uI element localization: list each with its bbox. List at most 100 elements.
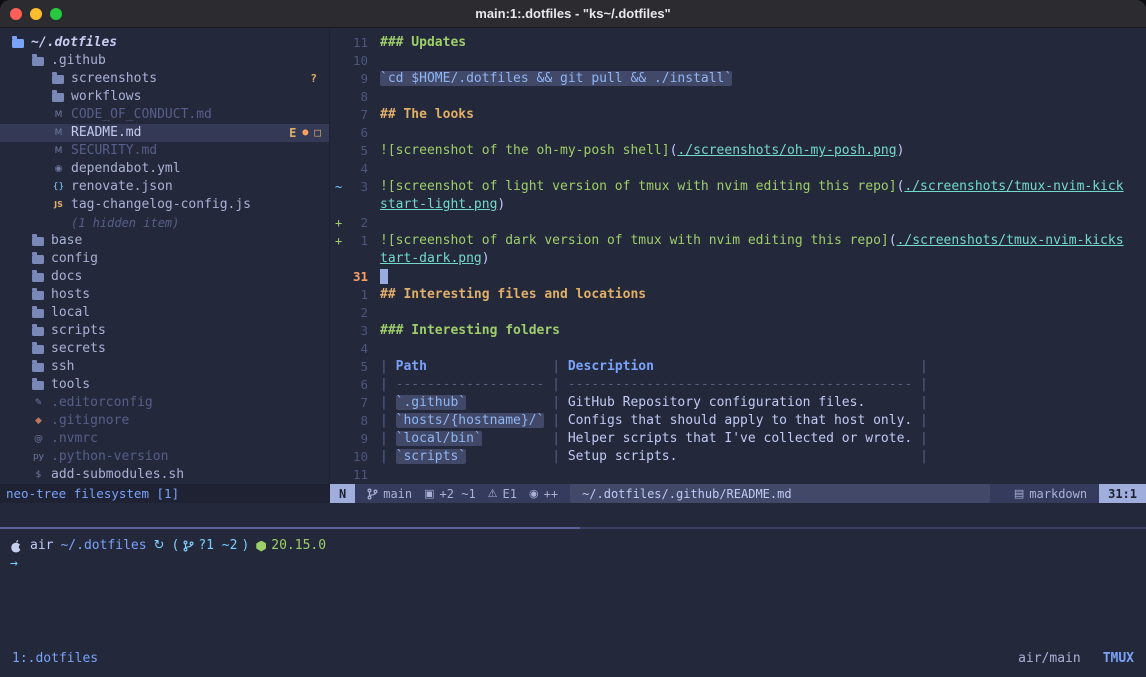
git-untracked-badge: ? (310, 70, 317, 88)
python-icon: py (32, 448, 45, 466)
tree-item-label: local (51, 304, 90, 322)
git-status-close-paren: ) (241, 537, 249, 555)
tree-folder-ssh[interactable]: ssh (0, 358, 329, 376)
tree-file-editorconfig[interactable]: ✎.editorconfig (0, 394, 329, 412)
editor-line[interactable]: start-light.png) (330, 196, 1146, 214)
tree-folder-local[interactable]: local (0, 304, 329, 322)
tree-folder-tools[interactable]: tools (0, 376, 329, 394)
neo-tree-pane[interactable]: ~/.dotfiles.githubscreenshots?workflowsM… (0, 28, 330, 484)
tree-folder-docs[interactable]: docs (0, 268, 329, 286)
tree-file-readme[interactable]: MREADME.mdE●□ (0, 124, 329, 142)
editor-line[interactable]: 2 (330, 304, 1146, 322)
editor-line[interactable]: 11 (330, 466, 1146, 484)
line-number: 9 (344, 70, 368, 88)
editor-line[interactable]: 1## Interesting files and locations (330, 286, 1146, 304)
git-sign: + (330, 232, 344, 250)
markdown-icon: M (52, 124, 65, 142)
editor-line[interactable]: 7## The looks (330, 106, 1146, 124)
tree-item-label: hosts (51, 286, 90, 304)
line-number: 7 (344, 394, 368, 412)
editor-line[interactable]: 5| Path | Description | (330, 358, 1146, 376)
node-version: 20.15.0 (271, 537, 326, 555)
tree-file-add-submodules[interactable]: $add-submodules.sh (0, 466, 329, 484)
tree-item-label: renovate.json (71, 178, 173, 196)
editor-line-text: | `scripts` | Setup scripts. | (380, 448, 928, 466)
zoom-button[interactable] (50, 8, 62, 20)
folder-icon (32, 363, 44, 372)
editor-line[interactable]: ~3![screenshot of light version of tmux … (330, 178, 1146, 196)
editor-line[interactable]: 3### Interesting folders (330, 322, 1146, 340)
editor-line[interactable]: 10| `scripts` | Setup scripts. | (330, 448, 1146, 466)
editor-line[interactable]: 9| `local/bin` | Helper scripts that I'v… (330, 430, 1146, 448)
git-sign: ~ (330, 178, 344, 196)
tree-folder-base[interactable]: base (0, 232, 329, 250)
tree-file-python-version[interactable]: py.python-version (0, 448, 329, 466)
editor-line[interactable]: 10 (330, 52, 1146, 70)
editor-line[interactable]: 7| `.github` | GitHub Repository configu… (330, 394, 1146, 412)
git-icon: ◆ (32, 412, 45, 430)
editor-line-text: ![screenshot of light version of tmux wi… (380, 178, 1124, 196)
tree-folder-hosts[interactable]: hosts (0, 286, 329, 304)
cursor-position: 31:1 (1099, 484, 1146, 503)
tmux-session-label: air/main (1018, 650, 1081, 668)
tree-folder-scripts[interactable]: scripts (0, 322, 329, 340)
editor-line[interactable]: +2 (330, 214, 1146, 232)
tree-file-dependabot[interactable]: ◉dependabot.yml (0, 160, 329, 178)
editor-line-text: ![screenshot of dark version of tmux wit… (380, 232, 1124, 250)
filetype-icon: ▤ (1014, 485, 1024, 503)
tree-folder-workflows[interactable]: workflows (0, 88, 329, 106)
tmux-statusbar: 1:.dotfiles air/main TMUX (0, 649, 1146, 669)
shell-pane[interactable]: air ~/.dotfiles ↻ ( ?1 ~2 ) 20.15.0 → (0, 529, 1146, 573)
tmux-mode-badge: TMUX (1103, 650, 1134, 668)
tmux-window-label[interactable]: 1:.dotfiles (12, 650, 98, 668)
folder-icon (32, 273, 44, 282)
folder-icon (52, 93, 64, 102)
shell-script-icon: $ (32, 466, 45, 484)
editor-pane[interactable]: 11### Updates109`cd $HOME/.dotfiles && g… (330, 28, 1146, 484)
tree-file-renovate[interactable]: {}renovate.json (0, 178, 329, 196)
close-button[interactable] (10, 8, 22, 20)
editor-line[interactable]: 9`cd $HOME/.dotfiles && git pull && ./in… (330, 70, 1146, 88)
shell-host: air (30, 537, 53, 555)
editor-line[interactable]: 6| ------------------- | ---------------… (330, 376, 1146, 394)
git-sign (330, 304, 344, 322)
window-title: main:1:.dotfiles - "ks~/.dotfiles" (0, 6, 1146, 21)
editor-line[interactable]: 11### Updates (330, 34, 1146, 52)
tmux-workspace: ~/.dotfiles.githubscreenshots?workflowsM… (0, 28, 1146, 677)
editor-line[interactable]: 4 (330, 340, 1146, 358)
tree-item-label: tag-changelog-config.js (71, 196, 251, 214)
minimize-button[interactable] (30, 8, 42, 20)
tree-folder-config[interactable]: config (0, 250, 329, 268)
tree-file-nvmrc[interactable]: @.nvmrc (0, 430, 329, 448)
shell-git-status: ( ?1 ~2 ) (171, 537, 249, 555)
tree-folder-secrets[interactable]: secrets (0, 340, 329, 358)
editor-line[interactable]: tart-dark.png) (330, 250, 1146, 268)
tree-file-security[interactable]: MSECURITY.md (0, 142, 329, 160)
line-number: 1 (344, 232, 368, 250)
editor-line[interactable]: 8 (330, 88, 1146, 106)
prompt-arrow[interactable]: → (10, 555, 1146, 573)
editor-line[interactable]: 4 (330, 160, 1146, 178)
line-number: 9 (344, 430, 368, 448)
tree-file-gitignore[interactable]: ◆.gitignore (0, 412, 329, 430)
tree-folder-github[interactable]: .github (0, 52, 329, 70)
folder-icon (32, 345, 44, 354)
tree-file-tag-changelog[interactable]: JStag-changelog-config.js (0, 196, 329, 214)
tree-hidden-count[interactable]: (1 hidden item) (0, 214, 329, 232)
editor-line[interactable]: +1 ![screenshot of dark version of tmux w… (330, 232, 1146, 250)
editor-lines: 11### Updates109`cd $HOME/.dotfiles && g… (330, 34, 1146, 484)
git-sign (330, 448, 344, 466)
git-sign (330, 376, 344, 394)
git-sign (330, 106, 344, 124)
editor-line[interactable]: 31 (330, 268, 1146, 286)
tree-folder-screenshots[interactable]: screenshots? (0, 70, 329, 88)
editor-line[interactable]: 6 (330, 124, 1146, 142)
tree-file-code-of-conduct[interactable]: MCODE_OF_CONDUCT.md (0, 106, 329, 124)
editor-line[interactable]: 8| `hosts/{hostname}/` | Configs that sh… (330, 412, 1146, 430)
titlebar[interactable]: main:1:.dotfiles - "ks~/.dotfiles" (0, 0, 1146, 28)
git-status-counts: ?1 ~2 (198, 537, 237, 555)
editor-line[interactable]: 5![screenshot of the oh-my-posh shell](.… (330, 142, 1146, 160)
tree-root[interactable]: ~/.dotfiles (0, 34, 329, 52)
git-sign (330, 34, 344, 52)
git-sign (330, 70, 344, 88)
